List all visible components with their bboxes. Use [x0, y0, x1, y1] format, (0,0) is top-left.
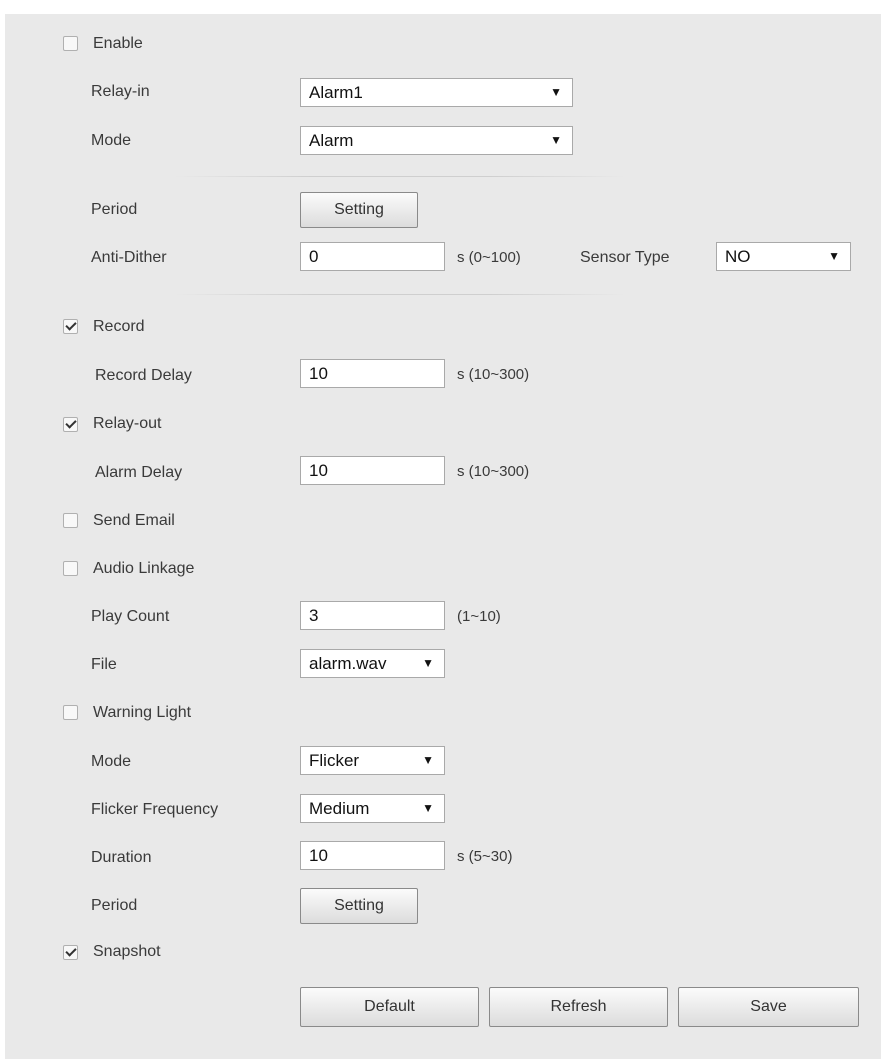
duration-input[interactable]: 10	[300, 841, 445, 870]
light-mode-value: Flicker	[309, 751, 360, 770]
audio-linkage-checkbox[interactable]	[63, 561, 78, 576]
file-select[interactable]: alarm.wav ▼	[300, 649, 445, 678]
chevron-down-icon: ▼	[828, 249, 840, 263]
relay-in-select[interactable]: Alarm1 ▼	[300, 78, 573, 107]
sensor-type-label: Sensor Type	[580, 249, 670, 266]
alarm-delay-input[interactable]: 10	[300, 456, 445, 485]
anti-dither-label: Anti-Dither	[91, 249, 167, 266]
warning-light-label: Warning Light	[93, 704, 192, 721]
anti-dither-range: s (0~100)	[457, 249, 521, 266]
record-delay-input[interactable]: 10	[300, 359, 445, 388]
light-period-setting-button[interactable]: Setting	[300, 888, 418, 924]
relay-in-label: Relay-in	[91, 83, 150, 100]
chevron-down-icon: ▼	[422, 753, 434, 767]
relay-out-label: Relay-out	[93, 415, 162, 432]
light-mode-label: Mode	[91, 753, 132, 770]
file-label: File	[91, 656, 117, 673]
record-checkbox[interactable]	[63, 319, 78, 334]
flicker-frequency-value: Medium	[309, 799, 370, 818]
send-email-label: Send Email	[93, 512, 175, 529]
mode-label: Mode	[91, 132, 132, 149]
chevron-down-icon: ▼	[422, 656, 434, 670]
duration-label: Duration	[91, 849, 152, 866]
flicker-frequency-select[interactable]: Medium ▼	[300, 794, 445, 823]
save-button[interactable]: Save	[678, 987, 859, 1027]
chevron-down-icon: ▼	[422, 801, 434, 815]
refresh-button[interactable]: Refresh	[489, 987, 668, 1027]
anti-dither-input[interactable]: 0	[300, 242, 445, 271]
default-button[interactable]: Default	[300, 987, 479, 1027]
file-value: alarm.wav	[309, 654, 387, 673]
duration-range: s (5~30)	[457, 848, 513, 865]
relay-in-value: Alarm1	[309, 83, 363, 102]
mode-value: Alarm	[309, 131, 354, 150]
record-delay-label: Record Delay	[95, 367, 192, 384]
period-setting-button[interactable]: Setting	[300, 192, 418, 228]
enable-label: Enable	[93, 35, 143, 52]
play-count-range: (1~10)	[457, 608, 501, 625]
warning-light-checkbox[interactable]	[63, 705, 78, 720]
record-delay-range: s (10~300)	[457, 366, 530, 383]
send-email-checkbox[interactable]	[63, 513, 78, 528]
alarm-settings-panel: Enable Relay-in Alarm1 ▼ Mode Alarm ▼ Pe…	[5, 14, 881, 1059]
light-mode-select[interactable]: Flicker ▼	[300, 746, 445, 775]
audio-linkage-label: Audio Linkage	[93, 560, 195, 577]
chevron-down-icon: ▼	[550, 85, 562, 99]
alarm-delay-range: s (10~300)	[457, 463, 530, 480]
sensor-type-select[interactable]: NO ▼	[716, 242, 851, 271]
snapshot-checkbox[interactable]	[63, 945, 78, 960]
record-label: Record	[93, 318, 145, 335]
sensor-type-value: NO	[725, 247, 751, 266]
play-count-label: Play Count	[91, 608, 170, 625]
divider	[175, 294, 625, 295]
enable-checkbox[interactable]	[63, 36, 78, 51]
play-count-input[interactable]: 3	[300, 601, 445, 630]
chevron-down-icon: ▼	[550, 133, 562, 147]
snapshot-label: Snapshot	[93, 943, 161, 960]
period-label: Period	[91, 201, 138, 218]
flicker-frequency-label: Flicker Frequency	[91, 801, 219, 818]
light-period-label: Period	[91, 897, 138, 914]
relay-out-checkbox[interactable]	[63, 417, 78, 432]
mode-select[interactable]: Alarm ▼	[300, 126, 573, 155]
alarm-delay-label: Alarm Delay	[95, 464, 183, 481]
divider	[175, 176, 625, 177]
